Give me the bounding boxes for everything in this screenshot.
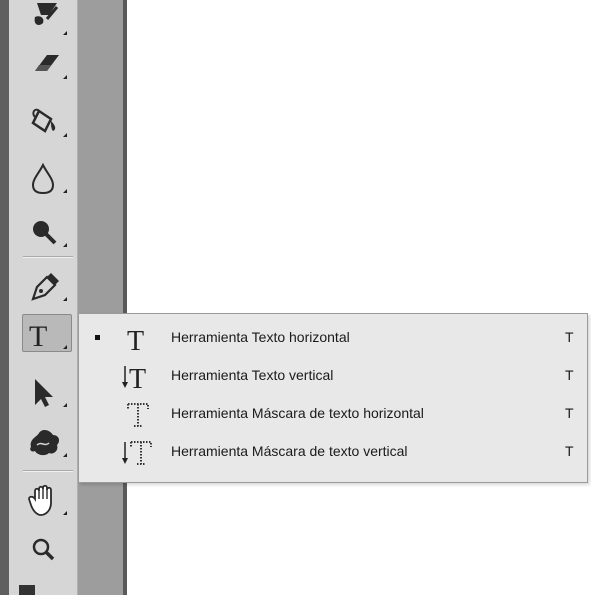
flyout-item-shortcut: T xyxy=(565,405,574,421)
flyout-item-label: Herramienta Texto vertical xyxy=(171,367,334,383)
zoom-tool[interactable] xyxy=(22,530,72,568)
panel-left-edge xyxy=(0,0,9,595)
custom-shape-icon xyxy=(30,429,67,457)
history-brush-tool[interactable] xyxy=(22,0,72,38)
panel-gutter xyxy=(78,0,123,595)
flyout-item-label: Herramienta Máscara de texto vertical xyxy=(171,443,408,459)
blur-tool[interactable] xyxy=(22,158,72,196)
type-tool-flyout-menu: T Herramienta Texto horizontal T T Herra… xyxy=(78,313,588,483)
paint-bucket-icon xyxy=(31,108,67,137)
flyout-item-shortcut: T xyxy=(565,367,574,383)
tools-panel: T xyxy=(9,0,78,595)
selected-bullet-icon xyxy=(95,335,100,340)
svg-text:T: T xyxy=(29,320,47,353)
flyout-item-shortcut: T xyxy=(565,329,574,345)
flyout-item-horizontal-type[interactable]: T Herramienta Texto horizontal T xyxy=(79,318,587,358)
toolbar-separator-highlight xyxy=(23,471,73,472)
hand-tool[interactable] xyxy=(22,480,72,518)
type-t-icon: T xyxy=(29,320,67,353)
arrow-cursor-icon xyxy=(35,379,67,407)
history-brush-icon xyxy=(34,3,67,35)
color-swap-icon[interactable] xyxy=(19,585,35,595)
blur-drop-icon xyxy=(31,162,67,195)
custom-shape-tool[interactable] xyxy=(22,422,72,460)
hand-icon xyxy=(28,484,67,516)
pen-tool[interactable] xyxy=(22,266,72,304)
toolbar-separator-highlight xyxy=(23,257,73,258)
horizontal-type-mask-icon xyxy=(127,403,149,427)
path-selection-tool[interactable] xyxy=(22,372,72,410)
flyout-item-shortcut: T xyxy=(565,443,574,459)
flyout-item-label: Herramienta Máscara de texto horizontal xyxy=(171,405,424,421)
vertical-type-icon: T xyxy=(122,364,146,392)
svg-text:T: T xyxy=(129,364,146,392)
svg-text:T: T xyxy=(127,326,144,354)
flyout-item-vertical-type-mask[interactable]: Herramienta Máscara de texto vertical T xyxy=(79,432,587,472)
flyout-item-horizontal-type-mask[interactable]: Herramienta Máscara de texto horizontal … xyxy=(79,394,587,434)
type-tool[interactable]: T xyxy=(22,314,72,353)
flyout-item-label: Herramienta Texto horizontal xyxy=(171,329,350,345)
eraser-tool[interactable] xyxy=(22,44,72,82)
pen-nib-icon xyxy=(31,273,67,301)
eraser-icon xyxy=(35,55,67,79)
paint-bucket-tool[interactable] xyxy=(22,102,72,140)
horizontal-type-icon: T xyxy=(127,326,144,354)
vertical-type-mask-icon xyxy=(122,441,152,465)
dodge-icon xyxy=(33,221,67,247)
flyout-item-vertical-type[interactable]: T Herramienta Texto vertical T xyxy=(79,356,587,396)
dodge-tool[interactable] xyxy=(22,212,72,250)
magnifier-icon xyxy=(32,538,55,561)
panel-divider xyxy=(123,0,127,595)
